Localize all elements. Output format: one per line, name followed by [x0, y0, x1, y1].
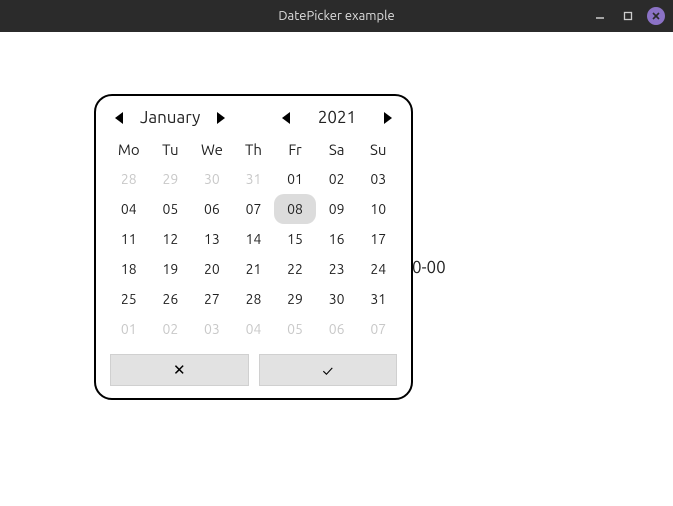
- day-of-week-header: Fr: [274, 135, 316, 164]
- underlay-text: 0-00: [412, 258, 446, 277]
- calendar-day[interactable]: 03: [357, 164, 399, 194]
- calendar-day[interactable]: 05: [150, 194, 192, 224]
- calendar-day-outside: 03: [191, 314, 233, 344]
- minimize-icon: [595, 11, 605, 21]
- calendar-day[interactable]: 02: [316, 164, 358, 194]
- datepicker-actions: ✕ ✓: [104, 354, 403, 386]
- datepicker-header: January 2021: [104, 106, 403, 133]
- calendar-day-outside: 29: [150, 164, 192, 194]
- month-label[interactable]: January: [140, 108, 200, 127]
- day-of-week-header: We: [191, 135, 233, 164]
- confirm-button[interactable]: ✓: [259, 354, 398, 386]
- datepicker-popup: January 2021 MoTuWeThFrSaSu2829303101020…: [94, 94, 413, 400]
- calendar-day[interactable]: 16: [316, 224, 358, 254]
- calendar-day[interactable]: 20: [191, 254, 233, 284]
- calendar-day[interactable]: 04: [108, 194, 150, 224]
- month-group: January: [110, 108, 230, 127]
- close-button[interactable]: [647, 7, 665, 25]
- close-icon: [651, 11, 661, 21]
- calendar-day[interactable]: 08: [274, 194, 316, 224]
- calendar-day[interactable]: 21: [233, 254, 275, 284]
- calendar-day[interactable]: 13: [191, 224, 233, 254]
- calendar-day[interactable]: 01: [274, 164, 316, 194]
- calendar-day-outside: 31: [233, 164, 275, 194]
- titlebar: DatePicker example: [0, 0, 673, 32]
- calendar-day[interactable]: 23: [316, 254, 358, 284]
- next-month-button[interactable]: [212, 109, 230, 127]
- calendar-day[interactable]: 10: [357, 194, 399, 224]
- calendar-day-outside: 01: [108, 314, 150, 344]
- calendar-day-outside: 07: [357, 314, 399, 344]
- right-triangle-icon: [216, 111, 226, 125]
- calendar-day[interactable]: 17: [357, 224, 399, 254]
- day-of-week-header: Tu: [150, 135, 192, 164]
- calendar-day[interactable]: 31: [357, 284, 399, 314]
- calendar-day-outside: 05: [274, 314, 316, 344]
- minimize-button[interactable]: [591, 7, 609, 25]
- calendar-day[interactable]: 18: [108, 254, 150, 284]
- calendar-day[interactable]: 22: [274, 254, 316, 284]
- day-of-week-header: Mo: [108, 135, 150, 164]
- calendar-day[interactable]: 19: [150, 254, 192, 284]
- year-group: 2021: [277, 108, 397, 127]
- day-of-week-header: Sa: [316, 135, 358, 164]
- maximize-button[interactable]: [619, 7, 637, 25]
- calendar-grid: MoTuWeThFrSaSu28293031010203040506070809…: [104, 133, 403, 354]
- right-triangle-icon: [383, 111, 393, 125]
- calendar-day[interactable]: 25: [108, 284, 150, 314]
- calendar-day[interactable]: 07: [233, 194, 275, 224]
- calendar-day-outside: 04: [233, 314, 275, 344]
- calendar-day[interactable]: 28: [233, 284, 275, 314]
- calendar-day[interactable]: 06: [191, 194, 233, 224]
- window-controls: [591, 7, 665, 25]
- prev-month-button[interactable]: [110, 109, 128, 127]
- calendar-day-outside: 02: [150, 314, 192, 344]
- left-triangle-icon: [114, 111, 124, 125]
- calendar-day[interactable]: 27: [191, 284, 233, 314]
- maximize-icon: [623, 11, 633, 21]
- calendar-day[interactable]: 30: [316, 284, 358, 314]
- year-label[interactable]: 2021: [307, 108, 367, 127]
- calendar-day-outside: 30: [191, 164, 233, 194]
- prev-year-button[interactable]: [277, 109, 295, 127]
- day-of-week-header: Su: [357, 135, 399, 164]
- left-triangle-icon: [281, 111, 291, 125]
- calendar-day[interactable]: 09: [316, 194, 358, 224]
- calendar-day[interactable]: 29: [274, 284, 316, 314]
- calendar-day-outside: 28: [108, 164, 150, 194]
- calendar-day[interactable]: 12: [150, 224, 192, 254]
- calendar-day[interactable]: 24: [357, 254, 399, 284]
- calendar-day[interactable]: 15: [274, 224, 316, 254]
- calendar-day-outside: 06: [316, 314, 358, 344]
- next-year-button[interactable]: [379, 109, 397, 127]
- window-title: DatePicker example: [278, 9, 394, 23]
- content-area: 0-00 January 2021 MoT: [0, 32, 673, 506]
- day-of-week-header: Th: [233, 135, 275, 164]
- calendar-day[interactable]: 14: [233, 224, 275, 254]
- calendar-day[interactable]: 11: [108, 224, 150, 254]
- calendar-day[interactable]: 26: [150, 284, 192, 314]
- cancel-button[interactable]: ✕: [110, 354, 249, 386]
